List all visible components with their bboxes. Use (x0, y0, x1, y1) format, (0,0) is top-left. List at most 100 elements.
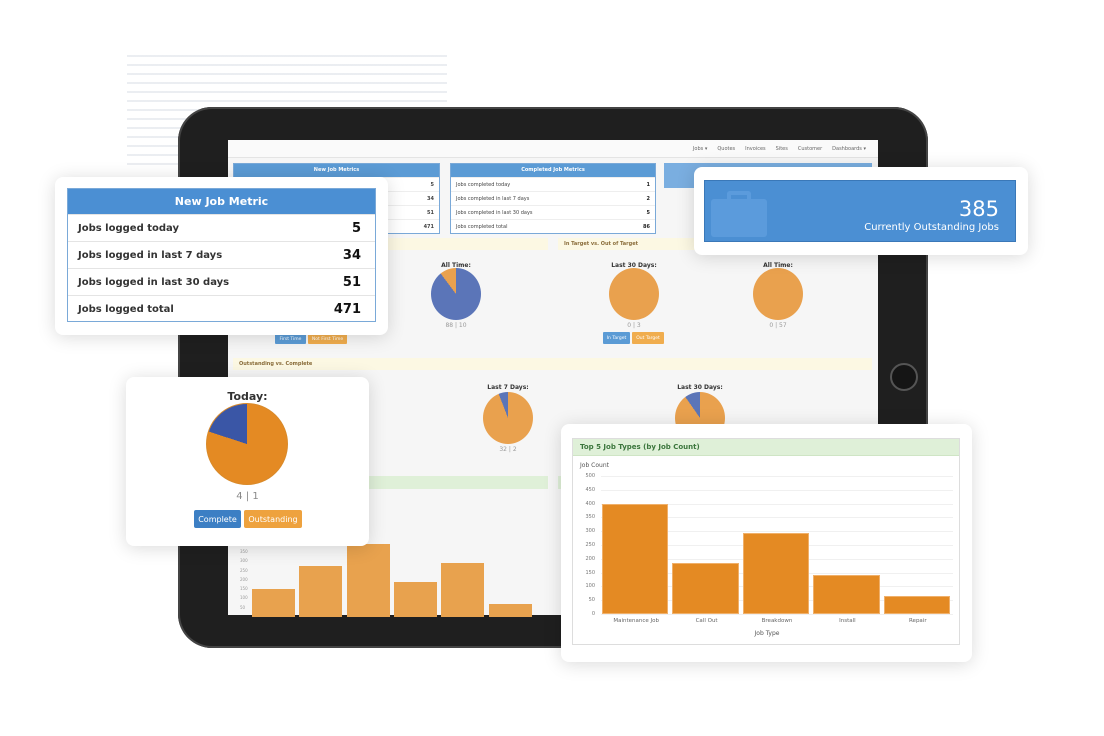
pie-count: 0 | 3 (627, 322, 641, 329)
bg-chart-bar (488, 603, 532, 617)
metric-label: Jobs completed in last 7 days (456, 195, 530, 202)
panel-title: New Job Metrics (234, 164, 439, 177)
y-tick-label: 250 (240, 567, 248, 573)
outstanding-jobs-card: 385 Currently Outstanding Jobs (694, 167, 1028, 255)
metric-value: 5 (646, 209, 650, 216)
outstanding-label: Currently Outstanding Jobs (864, 222, 999, 233)
metric-label: Jobs logged today (78, 222, 179, 234)
metric-label: Jobs logged in last 7 days (78, 249, 223, 261)
metric-row: Jobs logged total 471 (68, 295, 375, 322)
pie-count: 88 | 10 (445, 322, 467, 329)
y-tick-label: 300 (240, 558, 248, 564)
y-tick-label: 400 (585, 500, 595, 507)
pie-count: 0 | 57 (769, 322, 787, 329)
bar-call-out (672, 562, 739, 614)
nav-item-2[interactable]: Invoices (745, 146, 765, 152)
bar-install (813, 575, 880, 614)
metric-value: 2 (646, 195, 650, 202)
bar-breakdown (742, 532, 810, 614)
metric-value: 51 (427, 209, 434, 216)
metric-value: 1 (646, 181, 650, 188)
metric-value: 34 (427, 195, 434, 202)
metric-row: Jobs completed total 86 (451, 219, 655, 233)
complete-button[interactable]: Complete (194, 510, 241, 528)
x-tick-label: Breakdown (761, 618, 793, 624)
y-tick-label: 450 (585, 486, 595, 493)
pie-label: Last 30 Days: (677, 384, 723, 391)
gridline (601, 476, 953, 477)
gridline (601, 489, 953, 491)
metric-value: 471 (423, 223, 434, 230)
outstanding-complete-header: Outstanding vs. Complete (233, 358, 872, 370)
y-tick-label: 50 (240, 604, 246, 610)
y-tick-label: 100 (240, 595, 248, 601)
bg-chart-bar (441, 563, 485, 617)
nav-item-5[interactable]: Dashboards ▾ (832, 146, 866, 152)
nav-item-0[interactable]: Jobs ▾ (693, 146, 707, 152)
pie-chart (609, 268, 659, 320)
y-tick-label: 350 (585, 514, 595, 521)
gridline (601, 614, 953, 615)
metric-row: Jobs completed in last 30 days 5 (451, 205, 655, 219)
y-axis-label: Job Count (580, 462, 609, 469)
y-tick-label: 350 (240, 548, 248, 554)
top-job-types-panel: Top 5 Job Types (by Job Count) Job Count… (572, 438, 960, 645)
y-tick-label: 100 (585, 583, 595, 590)
chart-title: Top 5 Job Types (by Job Count) (573, 439, 959, 456)
bg-chart-bar (252, 589, 295, 617)
y-tick-label: 0 (591, 611, 595, 617)
nav-item-3[interactable]: Sites (776, 146, 788, 152)
x-tick-label: Install (839, 618, 856, 624)
pie-count: 32 | 2 (499, 446, 517, 453)
metric-value: 51 (342, 274, 361, 290)
metric-row: Jobs completed today 1 (451, 177, 655, 191)
panel-title: Completed Job Metrics (451, 164, 655, 177)
bg-chart-bar (346, 544, 390, 617)
metric-value: 471 (333, 301, 361, 317)
nav-item-1[interactable]: Quotes (717, 146, 735, 152)
outstanding-count: 385 (958, 197, 999, 221)
x-tick-label: Call Out (695, 618, 718, 624)
completed-job-metrics-panel: Completed Job Metrics Jobs completed tod… (450, 163, 656, 234)
in-target-button[interactable]: In Target (603, 332, 630, 344)
metric-label: Jobs logged total (78, 303, 174, 315)
today-count: 4 | 1 (236, 491, 259, 502)
bg-chart-bar (299, 565, 343, 617)
metric-label: Jobs completed today (456, 181, 511, 188)
today-pie-card: Today: 4 | 1 Complete Outstanding (126, 377, 369, 546)
metric-label: Jobs completed total (456, 223, 508, 230)
metric-row: Jobs logged today 5 (68, 214, 375, 241)
pie-chart (753, 268, 803, 320)
first-time-button[interactable]: First Time (275, 334, 306, 344)
y-tick-label: 200 (240, 576, 248, 582)
metric-row: Jobs logged in last 30 days 51 (68, 268, 375, 295)
metric-value: 34 (342, 247, 361, 263)
nav-item-4[interactable]: Customer (798, 146, 822, 152)
top-nav: Jobs ▾ Quotes Invoices Sites Customer Dashboa… (228, 140, 878, 158)
panel-title: New Job Metric (68, 189, 375, 214)
pie-label: Last 7 Days: (487, 384, 529, 391)
today-pie-chart (206, 403, 288, 485)
y-tick-label: 300 (585, 528, 595, 535)
bar-maintenance-job (602, 503, 669, 614)
home-button (890, 363, 918, 391)
out-target-button[interactable]: Out Target (632, 332, 664, 344)
today-title: Today: (227, 390, 268, 403)
y-tick-label: 250 (585, 542, 595, 548)
metric-value: 5 (351, 220, 361, 236)
metric-value: 86 (643, 223, 650, 230)
y-tick-label: 500 (585, 473, 595, 479)
not-first-time-button[interactable]: Not First Time (308, 334, 347, 344)
metric-label: Jobs completed in last 30 days (456, 209, 533, 216)
metric-row: Jobs logged in last 7 days 34 (68, 241, 375, 268)
bg-chart-bar (393, 581, 437, 617)
x-tick-label: Repair (908, 618, 927, 624)
outstanding-button[interactable]: Outstanding (244, 510, 302, 528)
x-axis-label: Job Type (754, 630, 780, 637)
metric-label: Jobs logged in last 30 days (78, 276, 230, 288)
x-tick-label: Maintenance Job (613, 618, 660, 624)
pie-chart (431, 268, 481, 320)
bar-repair (883, 596, 950, 614)
new-job-metric-card: New Job Metric Jobs logged today 5 Jobs lo… (55, 177, 388, 335)
pie-chart (483, 392, 533, 444)
